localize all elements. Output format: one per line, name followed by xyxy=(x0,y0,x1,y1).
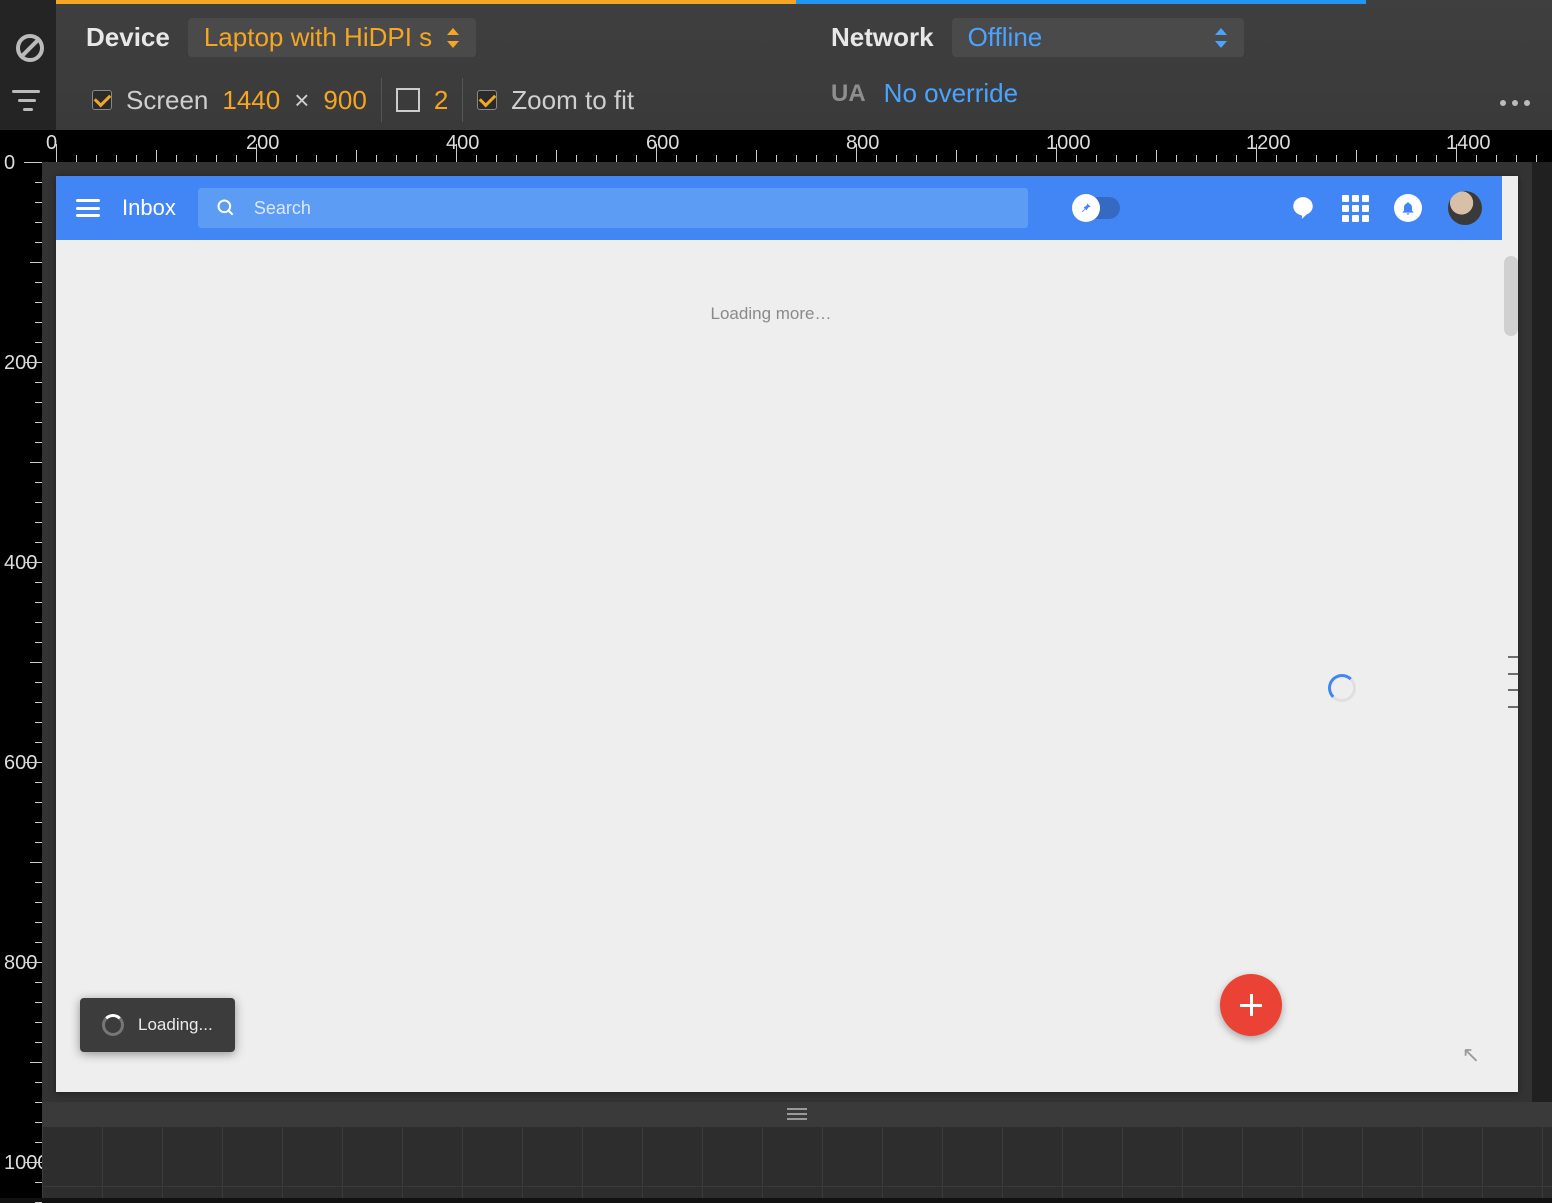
zoom-checkbox[interactable] xyxy=(477,90,497,110)
divider xyxy=(462,78,463,122)
search-input[interactable]: Search xyxy=(198,188,1028,228)
search-icon xyxy=(216,198,236,218)
devtools-icon-strip xyxy=(0,0,56,130)
device-select-value: Laptop with HiDPI s xyxy=(204,22,432,53)
ruler-horizontal: 0200400600800100012001400 xyxy=(0,130,1552,162)
search-placeholder: Search xyxy=(254,198,311,219)
inbox-header: Inbox Search xyxy=(56,176,1502,240)
apps-icon[interactable] xyxy=(1342,195,1368,221)
pin-toggle[interactable] xyxy=(1074,197,1120,219)
rendered-page: Inbox Search xyxy=(56,176,1518,1092)
device-toolbar: Device Laptop with HiDPI s Network Offli… xyxy=(56,0,1552,130)
app-title: Inbox xyxy=(122,195,176,221)
screen-width[interactable]: 1440 xyxy=(222,85,280,116)
select-arrows-icon xyxy=(1214,28,1228,48)
loading-toast: Loading... xyxy=(80,998,235,1052)
select-arrows-icon xyxy=(446,28,460,48)
drawer-panel xyxy=(42,1126,1552,1198)
filter-icon[interactable] xyxy=(10,88,44,112)
menu-icon[interactable] xyxy=(76,199,100,217)
toast-text: Loading... xyxy=(138,1015,213,1035)
side-spinner xyxy=(1328,674,1356,702)
screen-checkbox[interactable] xyxy=(92,90,112,110)
devtools-frame: Device Laptop with HiDPI s Network Offli… xyxy=(0,0,1552,1198)
dpr-icon xyxy=(396,88,420,112)
device-label: Device xyxy=(86,22,170,53)
more-options-button[interactable] xyxy=(1500,100,1530,106)
zoom-label: Zoom to fit xyxy=(511,85,634,116)
hangouts-icon[interactable] xyxy=(1290,195,1316,221)
network-select-value: Offline xyxy=(968,22,1200,53)
dpr-value[interactable]: 2 xyxy=(434,85,448,116)
ua-label: UA xyxy=(831,80,866,108)
screen-label: Screen xyxy=(126,85,208,116)
device-viewport: Inbox Search xyxy=(42,162,1532,1108)
dimension-x: × xyxy=(294,85,309,116)
screen-height[interactable]: 900 xyxy=(323,85,366,116)
network-select[interactable]: Offline xyxy=(952,18,1244,57)
drag-grip-icon[interactable] xyxy=(1508,656,1518,708)
notifications-icon[interactable] xyxy=(1394,194,1422,222)
network-label: Network xyxy=(831,22,934,53)
drag-lines-icon xyxy=(787,1108,807,1120)
scrollbar[interactable] xyxy=(1504,256,1518,336)
drawer-drag-bar[interactable] xyxy=(42,1102,1552,1126)
spinner-icon xyxy=(1328,674,1356,702)
ruler-vertical: 02004006008001000 xyxy=(0,162,42,1198)
loading-more-text: Loading more… xyxy=(56,304,1486,324)
pin-icon xyxy=(1072,194,1100,222)
compose-fab[interactable] xyxy=(1220,974,1282,1036)
ua-value[interactable]: No override xyxy=(884,78,1018,109)
resize-handle-icon[interactable]: ↖ xyxy=(1462,1042,1480,1068)
divider xyxy=(381,78,382,122)
stop-icon[interactable] xyxy=(16,34,44,62)
avatar[interactable] xyxy=(1448,191,1482,225)
device-select[interactable]: Laptop with HiDPI s xyxy=(188,18,476,57)
spinner-icon xyxy=(102,1014,124,1036)
